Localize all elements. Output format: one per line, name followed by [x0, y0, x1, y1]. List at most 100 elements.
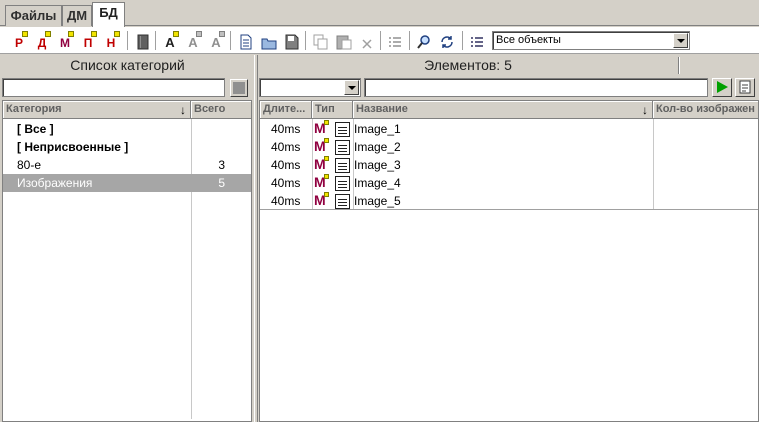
tab-dm[interactable]: ДМ — [62, 5, 92, 26]
delete-icon[interactable] — [357, 30, 377, 50]
column-header-name[interactable]: Название ↓ — [353, 101, 653, 119]
category-name: [ Все ] — [17, 122, 54, 136]
add-d-button[interactable]: Д — [32, 30, 52, 50]
category-edit-icon[interactable]: A — [183, 30, 203, 50]
toolbar-separator — [462, 31, 464, 50]
table-row[interactable]: 40ms M Image_1 — [260, 120, 758, 138]
copy-icon[interactable] — [311, 30, 331, 50]
tab-bar: Файлы ДМ БД — [0, 0, 759, 27]
a-label: A — [188, 35, 198, 50]
elements-search-input[interactable] — [364, 78, 708, 97]
a-label: A — [211, 35, 221, 50]
category-panel-title: Список категорий — [70, 57, 185, 73]
chevron-down-icon[interactable] — [673, 33, 688, 48]
column-header-label: Всего — [194, 103, 226, 115]
multimedia-type-icon: M — [314, 156, 352, 174]
column-header-label: Название — [356, 103, 408, 115]
toolbar-separator — [127, 31, 129, 50]
column-header-label: Категория — [6, 103, 62, 115]
column-header-label: Длите... — [263, 103, 306, 115]
element-name: Image_2 — [354, 140, 401, 154]
category-add-icon[interactable]: A — [160, 30, 180, 50]
elements-table: Длите... Тип Название ↓ Кол-во изображен… — [259, 100, 759, 422]
folder-icon[interactable] — [259, 30, 279, 50]
table-row[interactable]: [ Все ] — [3, 120, 251, 138]
category-name: Изображения — [17, 176, 93, 190]
book-icon[interactable] — [133, 30, 153, 50]
category-name: 80-е — [17, 158, 42, 172]
table-row[interactable]: 80-е 3 — [3, 156, 251, 174]
duration-cell: 40ms — [271, 176, 301, 190]
add-p-button[interactable]: П — [78, 30, 98, 50]
duration-cell: 40ms — [271, 158, 301, 172]
refresh-icon[interactable] — [437, 30, 457, 50]
square-icon — [233, 82, 245, 94]
toolbar-separator — [409, 31, 411, 50]
object-filter-value: Все объекты — [496, 34, 561, 46]
paste-icon[interactable] — [334, 30, 354, 50]
play-icon — [717, 81, 728, 93]
table-row-selected[interactable]: Изображения 5 — [3, 174, 251, 192]
title-divider — [678, 57, 680, 74]
p-label: П — [83, 36, 93, 50]
table-row[interactable]: 40ms M Image_4 — [260, 174, 758, 192]
table-row[interactable]: 40ms M Image_3 — [260, 156, 758, 174]
table-row[interactable]: 40ms M Image_5 — [260, 192, 758, 210]
list-button[interactable] — [735, 78, 755, 97]
elements-type-select[interactable] — [259, 78, 361, 97]
column-header-total[interactable]: Всего — [191, 101, 251, 119]
table-row[interactable]: 40ms M Image_2 — [260, 138, 758, 156]
d-label: Д — [37, 36, 47, 50]
toolbar-separator — [305, 31, 307, 50]
tab-files[interactable]: Файлы — [5, 5, 62, 26]
category-delete-icon[interactable]: A — [206, 30, 226, 50]
multimedia-type-icon: M — [314, 138, 352, 156]
element-name: Image_5 — [354, 194, 401, 208]
element-name: Image_1 — [354, 122, 401, 136]
duration-cell: 40ms — [271, 140, 301, 154]
chevron-down-icon[interactable] — [344, 80, 359, 95]
n-label: Н — [106, 36, 116, 50]
tab-db[interactable]: БД — [92, 2, 125, 27]
sort-down-icon: ↓ — [180, 103, 186, 117]
document-icon[interactable] — [236, 30, 256, 50]
category-count: 3 — [218, 158, 225, 172]
column-header-label: Тип — [315, 103, 335, 115]
table-row[interactable]: [ Неприсвоенные ] — [3, 138, 251, 156]
elements-panel: Элементов: 5 Длите... Тип Название ↓ Кол… — [258, 55, 759, 422]
duration-cell: 40ms — [271, 122, 301, 136]
category-panel: Список категорий Категория ↓ Всего [ Все… — [1, 55, 254, 422]
category-search-input[interactable] — [2, 78, 225, 97]
multimedia-type-icon: M — [314, 192, 352, 210]
a-label: A — [165, 35, 175, 50]
list-icon — [739, 80, 751, 94]
column-header-image-count[interactable]: Кол-во изображен — [653, 101, 758, 119]
add-r-button[interactable]: Р — [9, 30, 29, 50]
toolbar-separator — [380, 31, 382, 50]
play-button[interactable] — [712, 78, 732, 97]
r-label: Р — [14, 36, 23, 50]
grid-view-icon[interactable] — [467, 30, 487, 50]
elements-count-title: Элементов: 5 — [424, 57, 512, 73]
category-table: Категория ↓ Всего [ Все ] [ Неприсвоенны… — [2, 100, 252, 422]
save-icon[interactable] — [282, 30, 302, 50]
toolbar-separator — [155, 31, 157, 50]
column-header-label: Кол-во изображен — [656, 103, 755, 115]
category-filter-button[interactable] — [230, 79, 248, 97]
add-m-button[interactable]: М — [55, 30, 75, 50]
column-header-duration[interactable]: Длите... — [260, 101, 312, 119]
element-name: Image_4 — [354, 176, 401, 190]
multimedia-type-icon: M — [314, 120, 352, 138]
sort-down-icon: ↓ — [642, 103, 648, 117]
toolbar: Р Д М П Н A A A Все объекты — [0, 27, 759, 54]
properties-list-icon[interactable] — [385, 30, 405, 50]
duration-cell: 40ms — [271, 194, 301, 208]
column-header-category[interactable]: Категория ↓ — [3, 101, 191, 119]
multimedia-type-icon: M — [314, 174, 352, 192]
object-filter-select[interactable]: Все объекты — [492, 31, 690, 50]
element-name: Image_3 — [354, 158, 401, 172]
category-name: [ Неприсвоенные ] — [17, 140, 129, 154]
add-n-button[interactable]: Н — [101, 30, 121, 50]
column-header-type[interactable]: Тип — [312, 101, 353, 119]
search-icon[interactable] — [414, 30, 434, 50]
